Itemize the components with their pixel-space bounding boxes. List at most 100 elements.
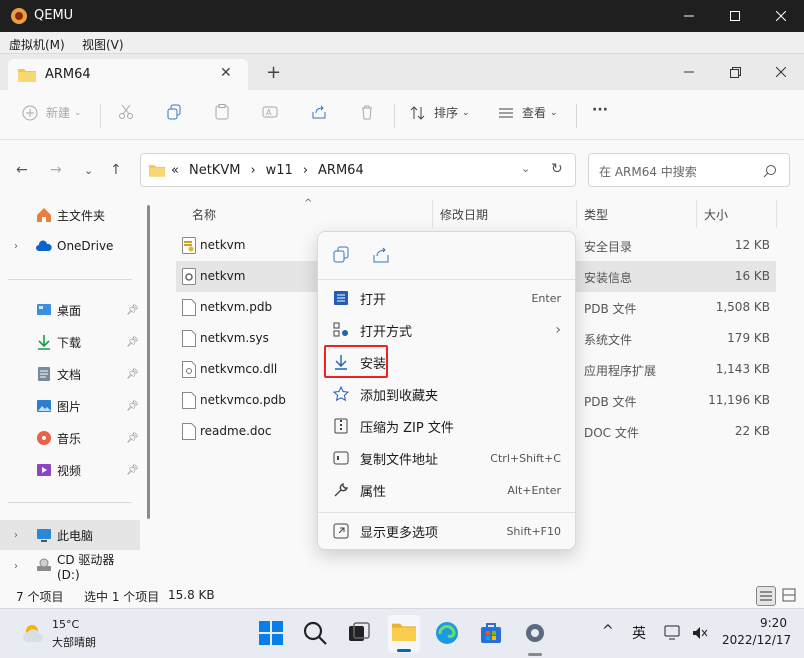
exp-restore-button[interactable]: [712, 58, 758, 86]
search-icon[interactable]: [302, 620, 328, 646]
ctx-copy-path[interactable]: 复制文件地址 Ctrl+Shift+C: [322, 443, 571, 473]
weather-temp[interactable]: 15°C: [52, 618, 79, 631]
pin-icon[interactable]: 📌︎: [126, 369, 139, 380]
nav-cdrive[interactable]: › CD 驱动器 (D:): [0, 551, 140, 582]
file-icon: [182, 330, 196, 347]
column-type[interactable]: 类型: [584, 206, 608, 223]
rename-button[interactable]: A: [262, 104, 278, 120]
nav-music[interactable]: 音乐 📌︎: [0, 423, 140, 453]
taskbar-explorer-active[interactable]: [388, 615, 420, 653]
ctx-copy-button[interactable]: [332, 246, 350, 267]
breadcrumb-overflow[interactable]: «: [171, 163, 179, 178]
forward-arrow-icon[interactable]: →: [50, 162, 62, 178]
address-bar[interactable]: « NetKVM › w11 › ARM64 ⌄ ↻: [140, 153, 576, 187]
pin-icon[interactable]: 📌︎: [126, 337, 139, 348]
menu-machine[interactable]: 虚拟机(M): [9, 36, 65, 53]
exp-close-button[interactable]: [758, 58, 804, 86]
settings-gear-icon[interactable]: [522, 620, 548, 646]
cut-button[interactable]: [118, 104, 134, 120]
ctx-open[interactable]: 打开 Enter: [322, 283, 571, 313]
address-dropdown-icon[interactable]: ⌄: [521, 162, 530, 175]
ctx-properties[interactable]: 属性 Alt+Enter: [322, 475, 571, 505]
breadcrumb-w11[interactable]: w11: [266, 163, 293, 178]
volume-muted-icon[interactable]: [692, 626, 708, 640]
nav-documents[interactable]: 文档 📌︎: [0, 359, 140, 389]
clock-time[interactable]: 9:20: [760, 616, 787, 630]
pin-icon[interactable]: 📌︎: [126, 401, 139, 412]
desktop-icon: [37, 304, 51, 315]
weather-text[interactable]: 大部晴朗: [52, 634, 96, 650]
back-arrow-icon[interactable]: ←: [16, 162, 28, 178]
nav-pictures[interactable]: 图片 📌︎: [0, 391, 140, 421]
delete-button[interactable]: [359, 104, 375, 120]
column-name[interactable]: 名称: [192, 206, 216, 223]
ctx-add-favorite[interactable]: 添加到收藏夹: [322, 379, 571, 409]
ctx-separator: [318, 279, 575, 280]
nav-thispc[interactable]: › 此电脑: [0, 520, 140, 550]
nav-onedrive[interactable]: › OneDrive: [0, 231, 140, 261]
view-button[interactable]: 查看 ⌄: [498, 104, 558, 121]
store-icon[interactable]: [478, 620, 504, 646]
ctx-compress-zip[interactable]: 压缩为 ZIP 文件: [322, 411, 571, 441]
details-view-button[interactable]: [756, 586, 776, 606]
ctx-show-more[interactable]: 显示更多选项 Shift+F10: [322, 516, 571, 546]
maximize-button[interactable]: [712, 0, 758, 32]
task-view-icon[interactable]: [346, 620, 372, 646]
ctx-open-with[interactable]: 打开方式 ›: [322, 315, 571, 345]
chevron-right-icon[interactable]: ›: [14, 241, 18, 252]
tiles-view-button[interactable]: [782, 588, 796, 605]
refresh-icon[interactable]: ↻: [551, 161, 563, 177]
exp-minimize-button[interactable]: [666, 58, 712, 86]
share-icon: [373, 247, 389, 263]
tab-arm64[interactable]: ARM64 ✕: [8, 59, 248, 90]
nav-desktop[interactable]: 桌面 📌︎: [0, 295, 140, 325]
clock-date[interactable]: 2022/12/17: [722, 633, 791, 647]
rename-icon: A: [262, 106, 278, 118]
nav-home[interactable]: 主文件夹: [0, 200, 140, 230]
recent-chevron-icon[interactable]: ⌄: [84, 164, 93, 177]
ime-indicator[interactable]: 英: [632, 623, 646, 643]
weather-icon[interactable]: [22, 622, 46, 644]
close-button[interactable]: [758, 0, 804, 32]
search-icon: [763, 165, 776, 178]
nav-scrollbar[interactable]: [147, 205, 150, 519]
trash-icon: [362, 105, 372, 120]
pin-icon[interactable]: 📌︎: [126, 465, 139, 476]
nav-separator: [8, 279, 132, 280]
share-icon: [312, 105, 326, 119]
tab-close-icon[interactable]: ✕: [220, 65, 232, 81]
view-list-icon: [499, 108, 513, 117]
column-separator[interactable]: [576, 200, 577, 228]
breadcrumb-netkvm[interactable]: NetKVM: [189, 163, 240, 178]
chevron-right-icon[interactable]: ›: [14, 561, 18, 572]
open-with-icon: [333, 322, 348, 337]
menu-view[interactable]: 视图(V): [82, 36, 124, 53]
minimize-button[interactable]: [666, 0, 712, 32]
search-input[interactable]: 在 ARM64 中搜索: [588, 153, 790, 187]
network-icon[interactable]: [664, 624, 682, 640]
paste-button[interactable]: [214, 104, 230, 120]
column-separator[interactable]: [776, 200, 777, 228]
column-date[interactable]: 修改日期: [440, 206, 488, 223]
column-separator[interactable]: [696, 200, 697, 228]
pin-icon[interactable]: 📌︎: [126, 305, 139, 316]
chevron-right-icon[interactable]: ›: [14, 530, 18, 541]
sort-button[interactable]: 排序 ⌄: [410, 104, 470, 121]
column-separator[interactable]: [432, 200, 433, 228]
new-button[interactable]: 新建 ⌄: [22, 104, 82, 121]
new-tab-icon[interactable]: +: [266, 62, 281, 83]
up-arrow-icon[interactable]: ↑: [110, 162, 122, 178]
copy-button[interactable]: [166, 104, 182, 120]
nav-videos[interactable]: 视频 📌︎: [0, 455, 140, 485]
nav-downloads[interactable]: 下载 📌︎: [0, 327, 140, 357]
column-size[interactable]: 大小: [704, 206, 728, 223]
breadcrumb-arm64[interactable]: ARM64: [318, 163, 364, 178]
share-button[interactable]: [311, 104, 327, 120]
ctx-share-button[interactable]: [372, 246, 390, 267]
edge-icon[interactable]: [434, 620, 460, 646]
ctx-separator: [318, 512, 575, 513]
chevron-up-icon[interactable]: ^: [602, 623, 614, 639]
more-options-button[interactable]: ···: [592, 102, 608, 118]
windows-start-icon[interactable]: [258, 620, 284, 646]
pin-icon[interactable]: 📌︎: [126, 433, 139, 444]
